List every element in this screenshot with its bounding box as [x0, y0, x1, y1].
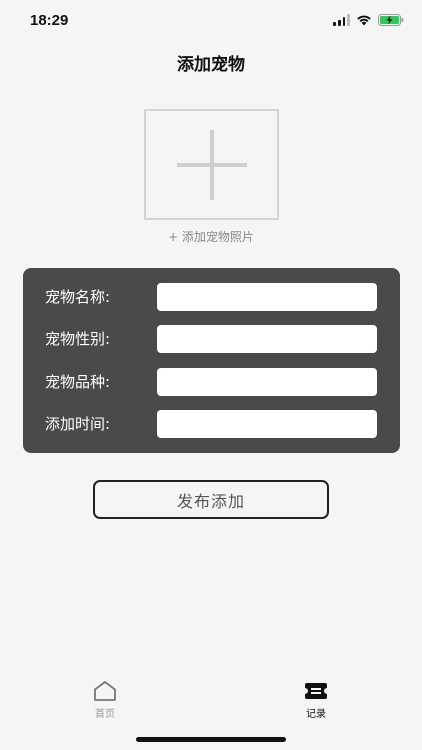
plus-icon [177, 130, 247, 200]
screen: 18:29 添加宠物 + 添加宠物照片 宠物名称: 宠物性别: 宠物品种: 添加… [0, 0, 422, 750]
add-time-label: 添加时间: [45, 415, 111, 433]
page-title: 添加宠物 [177, 55, 245, 75]
signal-icon [333, 14, 350, 26]
tab-records[interactable]: 记录 [276, 672, 356, 722]
status-bar: 18:29 [0, 0, 422, 44]
home-indicator [136, 737, 286, 742]
pet-name-label: 宠物名称: [45, 288, 111, 306]
form-row-time: 添加时间: [23, 410, 400, 438]
tab-bar: 首页 记录 [0, 672, 422, 728]
tab-home-label: 首页 [95, 709, 115, 720]
add-photo-button[interactable] [144, 109, 279, 220]
battery-charging-icon [378, 14, 404, 26]
wifi-icon [357, 15, 371, 26]
pet-name-input[interactable] [157, 283, 377, 311]
home-icon [94, 681, 116, 701]
tab-records-label: 记录 [306, 709, 326, 720]
status-time: 18:29 [30, 12, 69, 29]
ticket-icon [305, 683, 327, 699]
tab-home[interactable]: 首页 [65, 672, 145, 722]
form-row-name: 宠物名称: [23, 283, 400, 311]
pet-breed-label: 宠物品种: [45, 373, 111, 391]
pet-breed-input[interactable] [157, 368, 377, 396]
pet-gender-input[interactable] [157, 325, 377, 353]
pet-form-panel: 宠物名称: 宠物性别: 宠物品种: 添加时间: [23, 268, 400, 453]
status-icons [333, 14, 404, 26]
form-row-breed: 宠物品种: [23, 368, 400, 396]
add-time-input[interactable] [157, 410, 377, 438]
submit-add-button[interactable]: 发布添加 [93, 480, 329, 519]
add-photo-label[interactable]: + 添加宠物照片 [0, 228, 422, 245]
pet-gender-label: 宠物性别: [45, 330, 111, 348]
form-row-gender: 宠物性别: [23, 325, 400, 353]
